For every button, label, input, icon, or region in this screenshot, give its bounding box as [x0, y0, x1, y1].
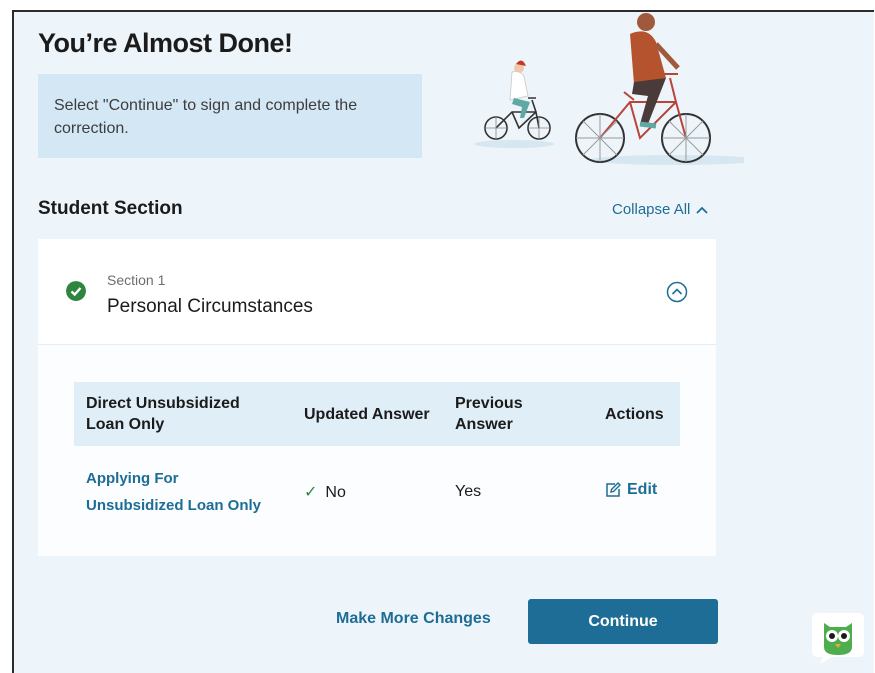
column-header-question: Direct Unsubsidized Loan Only	[86, 395, 240, 433]
previous-answer-cell: Yes	[455, 483, 482, 500]
updated-answer-value: No	[325, 484, 346, 501]
table-row: Applying For Unsubsidized Loan Only ✓ No …	[74, 446, 680, 538]
info-banner: Select "Continue" to sign and complete t…	[38, 74, 422, 158]
column-header-updated-answer: Updated Answer	[304, 405, 430, 423]
owl-chat-icon[interactable]	[810, 609, 866, 665]
cyclists-illustration	[474, 13, 744, 165]
chevron-up-circle-icon[interactable]	[666, 281, 688, 303]
column-header-previous-answer: Previous Answer	[455, 395, 523, 433]
question-link[interactable]: Applying For Unsubsidized Loan Only	[86, 470, 261, 514]
chevron-up-icon	[696, 206, 709, 214]
answers-table: Direct Unsubsidized Loan Only Updated An…	[74, 382, 680, 538]
page-title: You’re Almost Done!	[38, 28, 293, 58]
collapse-all-button[interactable]: Collapse All	[612, 201, 709, 218]
adult-rider	[630, 13, 680, 129]
info-banner-text: Select "Continue" to sign and complete t…	[54, 97, 358, 137]
checkmark-icon: ✓	[304, 484, 318, 501]
section-number-label: Section 1	[107, 272, 166, 288]
edit-icon	[606, 482, 621, 497]
check-circle-icon	[66, 281, 86, 301]
answers-table-wrap: Direct Unsubsidized Loan Only Updated An…	[74, 382, 680, 538]
make-more-changes-button[interactable]: Make More Changes	[336, 610, 491, 628]
edit-label: Edit	[627, 481, 658, 498]
table-header-row: Direct Unsubsidized Loan Only Updated An…	[74, 382, 680, 446]
continue-button[interactable]: Continue	[528, 599, 718, 644]
child-rider	[509, 60, 530, 118]
page-frame: You’re Almost Done! Select "Continue" to…	[12, 10, 874, 673]
section-title: Personal Circumstances	[107, 296, 313, 317]
updated-answer-cell: ✓ No	[292, 446, 443, 538]
question-cell: Applying For Unsubsidized Loan Only	[74, 446, 292, 538]
student-section-heading: Student Section	[38, 198, 183, 219]
column-header-actions: Actions	[605, 405, 664, 423]
section-card: Section 1 Personal Circumstances Direct …	[38, 239, 716, 556]
edit-button[interactable]: Edit	[605, 481, 657, 499]
section-card-header[interactable]: Section 1 Personal Circumstances	[38, 239, 716, 345]
actions-cell: Edit	[593, 446, 680, 538]
collapse-all-label: Collapse All	[612, 201, 691, 218]
